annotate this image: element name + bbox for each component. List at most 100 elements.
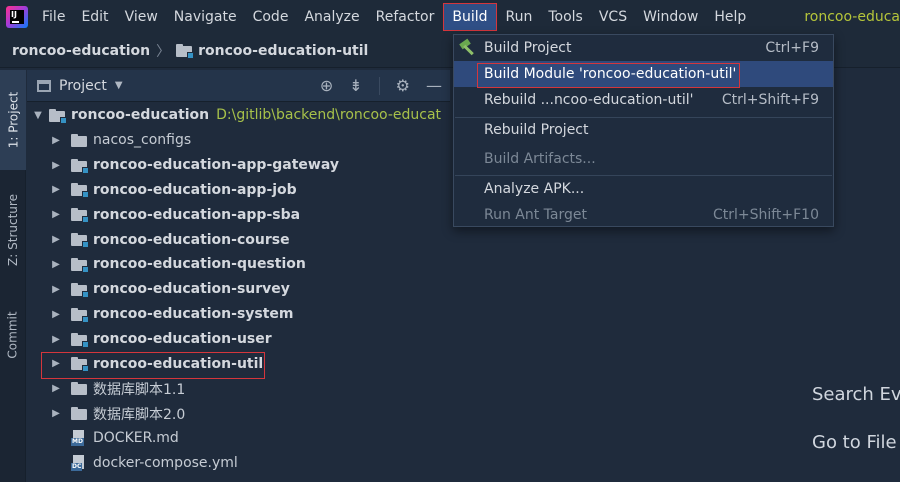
tree-item[interactable]: ▶ roncoo-education-survey — [27, 277, 450, 302]
tree-item[interactable]: ▶ roncoo-education-user — [27, 327, 450, 352]
tree-item[interactable]: ▶ roncoo-education-system — [27, 302, 450, 327]
window-project-title: roncoo-educa — [804, 9, 900, 25]
collapsed-arrow-icon[interactable]: ▶ — [49, 383, 63, 394]
menu-rebuild-module[interactable]: Rebuild ...ncoo-education-util' Ctrl+Shi… — [454, 87, 833, 113]
collapsed-arrow-icon[interactable]: ▶ — [49, 259, 63, 270]
collapsed-arrow-icon[interactable]: ▶ — [49, 160, 63, 171]
run-ant-shortcut: Ctrl+Shift+F10 — [712, 207, 819, 223]
menu-navigate[interactable]: Navigate — [166, 0, 245, 34]
tree-file-label: docker-compose.yml — [93, 455, 238, 472]
menu-code[interactable]: Code — [245, 0, 297, 34]
breadcrumb-root[interactable]: roncoo-education — [12, 43, 150, 59]
tab-structure[interactable]: Z: Structure — [0, 180, 26, 280]
search-everywhere-hint: Search Ev — [812, 384, 900, 405]
tree-item-label: roncoo-education-user — [93, 331, 272, 348]
menu-vcs[interactable]: VCS — [591, 0, 635, 34]
collapse-all-icon[interactable]: ⇟ — [349, 76, 362, 95]
analyze-apk-label: Analyze APK... — [484, 181, 585, 197]
tree-item-label: roncoo-education-survey — [93, 281, 290, 298]
tree-item[interactable]: ▶ roncoo-education-app-job — [27, 178, 450, 203]
left-tool-stripe: 1: Project Z: Structure Commit — [0, 70, 26, 482]
menu-build-artifacts: Build Artifacts... — [454, 146, 833, 172]
collapsed-arrow-icon[interactable]: ▶ — [49, 334, 63, 345]
menu-build[interactable]: Build — [443, 3, 497, 31]
tree-item-label: roncoo-education-util — [93, 355, 264, 372]
collapsed-arrow-icon[interactable]: ▶ — [49, 184, 63, 195]
goto-file-hint: Go to File — [812, 432, 897, 453]
tree-item[interactable]: ▶ 数据库脚本2.0 — [27, 401, 450, 426]
tree-item[interactable]: ▶ roncoo-education-app-gateway — [27, 153, 450, 178]
tree-file-label: DOCKER.md — [93, 430, 179, 447]
tree-item-label: roncoo-education-app-gateway — [93, 157, 339, 174]
tree-item[interactable]: ▶ roncoo-education-question — [27, 252, 450, 277]
menu-rebuild-project[interactable]: Rebuild Project — [454, 117, 833, 143]
menu-edit[interactable]: Edit — [73, 0, 116, 34]
collapsed-arrow-icon[interactable]: ▶ — [49, 408, 63, 419]
collapsed-arrow-icon[interactable]: ▶ — [49, 135, 63, 146]
menu-tools[interactable]: Tools — [540, 0, 591, 34]
menu-refactor[interactable]: Refactor — [368, 0, 443, 34]
docker-compose-file-icon: DC — [71, 455, 87, 472]
menu-file[interactable]: File — [34, 0, 73, 34]
module-folder-icon — [71, 233, 89, 249]
tree-root-label: roncoo-education — [71, 107, 210, 124]
module-folder-icon — [71, 282, 89, 298]
tree-item[interactable]: ▶ 数据库脚本1.1 — [27, 376, 450, 401]
hammer-icon — [459, 38, 476, 56]
folder-icon — [71, 407, 87, 421]
project-tree: ▼ roncoo-education D:\gitlib\backend\ron… — [27, 103, 450, 482]
menu-analyze[interactable]: Analyze — [296, 0, 367, 34]
tab-project-label: 1: Project — [6, 91, 20, 149]
tab-commit[interactable]: Commit — [0, 295, 26, 375]
module-folder-icon — [71, 158, 89, 174]
menu-run-ant-target: Run Ant Target Ctrl+Shift+F10 — [454, 202, 833, 228]
intellij-logo-icon: IJ — [6, 6, 28, 28]
expanded-arrow-icon[interactable]: ▼ — [31, 110, 45, 121]
collapsed-arrow-icon[interactable]: ▶ — [49, 284, 63, 295]
markdown-file-icon: MD — [71, 430, 87, 447]
tree-root[interactable]: ▼ roncoo-education D:\gitlib\backend\ron… — [27, 103, 450, 128]
tree-item[interactable]: ▶ roncoo-education-util — [27, 351, 450, 376]
tab-structure-label: Z: Structure — [6, 194, 20, 266]
collapsed-arrow-icon[interactable]: ▶ — [49, 358, 63, 369]
tree-item-label: 数据库脚本2.0 — [93, 406, 186, 423]
module-folder-icon — [71, 307, 89, 323]
tree-item[interactable]: ▶ nacos_configs — [27, 128, 450, 153]
menu-window[interactable]: Window — [635, 0, 706, 34]
locate-crosshair-icon[interactable]: ⊕ — [320, 76, 333, 95]
tab-commit-label: Commit — [6, 311, 21, 359]
tree-file-row[interactable]: DC docker-compose.yml — [27, 451, 450, 476]
tree-file-row[interactable]: MD DOCKER.md — [27, 426, 450, 451]
tree-item-label: roncoo-education-app-sba — [93, 206, 301, 223]
tree-item[interactable]: ▶ roncoo-education-app-sba — [27, 202, 450, 227]
collapsed-arrow-icon[interactable]: ▶ — [49, 309, 63, 320]
panel-title[interactable]: Project — [59, 78, 107, 94]
folder-icon — [71, 382, 87, 396]
tree-item-label: roncoo-education-course — [93, 231, 290, 248]
menu-bar: IJ File Edit View Navigate Code Analyze … — [0, 0, 900, 34]
tree-root-path: D:\gitlib\backend\roncoo-educat — [216, 107, 442, 124]
collapsed-arrow-icon[interactable]: ▶ — [49, 209, 63, 220]
tree-item-label: roncoo-education-app-job — [93, 181, 297, 198]
collapsed-arrow-icon[interactable]: ▶ — [49, 234, 63, 245]
project-panel-header: Project ▼ ⊕ ⇟ ⚙ — — [27, 70, 450, 102]
menu-view[interactable]: View — [117, 0, 166, 34]
menu-build-module[interactable]: Build Module 'roncoo-education-util' — [454, 61, 833, 87]
menu-help[interactable]: Help — [706, 0, 754, 34]
menu-build-project[interactable]: Build Project Ctrl+F9 — [454, 35, 833, 61]
hide-panel-icon[interactable]: — — [426, 76, 442, 95]
module-folder-icon — [71, 208, 89, 224]
toolbar-divider — [378, 76, 380, 95]
chevron-down-icon[interactable]: ▼ — [115, 80, 123, 91]
run-ant-label: Run Ant Target — [484, 207, 587, 223]
build-project-shortcut: Ctrl+F9 — [765, 40, 819, 56]
gear-icon[interactable]: ⚙ — [396, 76, 410, 95]
tree-item[interactable]: ▶ roncoo-education-course — [27, 227, 450, 252]
breadcrumb-child[interactable]: roncoo-education-util — [198, 43, 368, 59]
module-folder-icon — [71, 332, 89, 348]
project-view-icon — [37, 79, 51, 92]
menu-run[interactable]: Run — [498, 0, 541, 34]
tab-project[interactable]: 1: Project — [0, 70, 26, 170]
menu-analyze-apk[interactable]: Analyze APK... — [454, 176, 833, 202]
rebuild-module-label: Rebuild ...ncoo-education-util' — [484, 92, 694, 108]
